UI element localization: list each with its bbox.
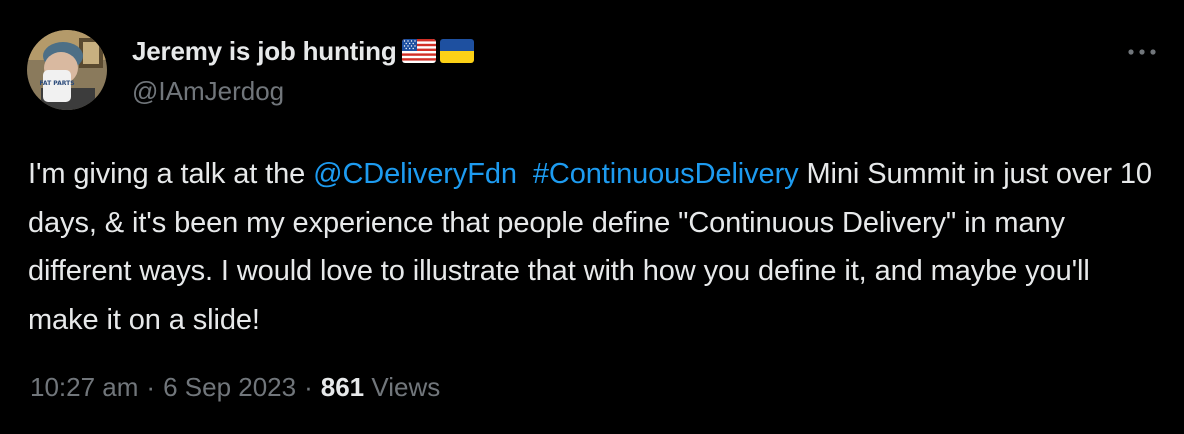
tweet-time[interactable]: 10:27 am (30, 372, 138, 403)
tweet-text-segment: I'm giving a talk at the (28, 158, 314, 190)
ukraine-flag-icon (439, 39, 474, 63)
avatar-image: FAT PARTS (27, 30, 107, 110)
us-flag-icon (401, 39, 436, 63)
name-row: Jeremy is job hunting (132, 34, 474, 68)
tweet-card: FAT PARTS Jeremy is job hunting @IAmJerd… (0, 0, 1184, 434)
meta-separator: · (304, 372, 313, 402)
mention-link[interactable]: @CDeliveryFdn (313, 158, 517, 190)
more-options-icon (1128, 49, 1156, 55)
tweet-text-segment (517, 158, 533, 190)
views-label: Views (371, 372, 441, 402)
meta-separator: · (146, 372, 156, 402)
tweet-meta: 10:27 am · 6 Sep 2023 · 861 Views (30, 372, 440, 403)
more-options-button[interactable] (1122, 40, 1162, 64)
views-count[interactable]: 861 (321, 372, 364, 403)
tweet-text: I'm giving a talk at the @CDeliveryFdn #… (28, 150, 1168, 344)
avatar[interactable]: FAT PARTS (27, 30, 107, 110)
tweet-date[interactable]: 6 Sep 2023 (163, 372, 296, 403)
hashtag-link[interactable]: #ContinuousDelivery (533, 158, 799, 190)
display-name[interactable]: Jeremy is job hunting (132, 36, 397, 67)
flag-emojis (401, 39, 474, 63)
user-handle[interactable]: @IAmJerdog (132, 76, 284, 107)
avatar-mug-text: FAT PARTS (39, 80, 74, 87)
